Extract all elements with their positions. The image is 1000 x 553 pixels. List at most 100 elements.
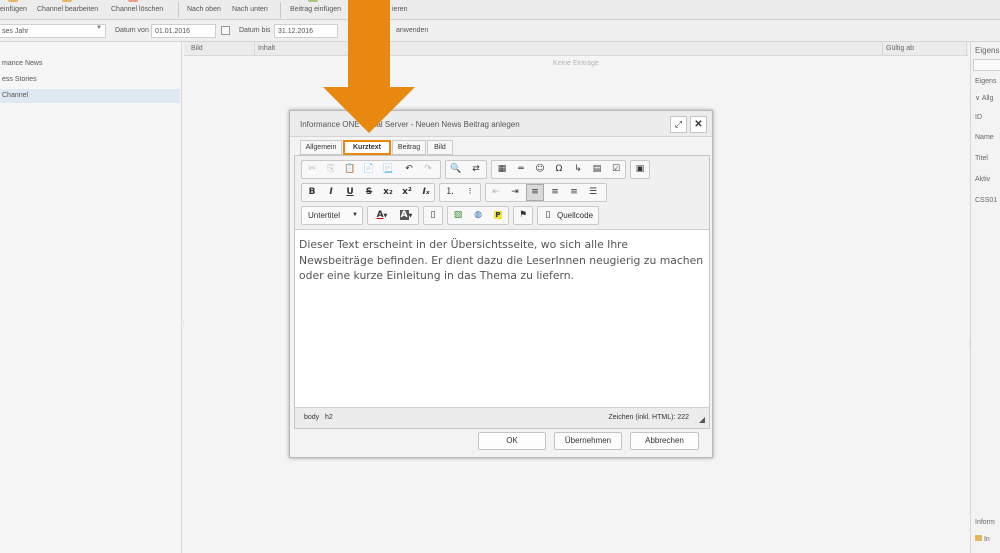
edit-channel-button[interactable]: Channel bearbeiten [37,6,98,13]
info-panel-item[interactable]: In [975,535,990,543]
template-icon[interactable]: ▯ [424,207,442,224]
toolbar-item-partial[interactable]: ieren [392,6,408,13]
properties-section[interactable]: ∨ Allg [975,94,993,102]
apply-filter-button[interactable]: anwenden [396,27,428,34]
delete-channel-button[interactable]: Channel löschen [111,6,163,13]
italic-icon[interactable]: I [322,184,340,201]
bold-icon[interactable]: B [303,184,321,201]
outdent-icon[interactable]: ⇤ [487,184,505,201]
channel-item[interactable]: ess Stories [0,73,180,87]
move-down-button[interactable]: Nach unten [232,6,268,13]
paste-icon[interactable]: 📋 [341,161,359,178]
undo-icon[interactable]: ↶ [400,161,418,178]
align-group: ⇤ ⇥ ≡ ≡ ≡ ☰ [485,183,607,202]
move-up-button[interactable]: Nach oben [187,6,221,13]
tab-short-text[interactable]: Kurztext [343,140,391,155]
checkbox-icon[interactable]: ☑ [607,161,625,178]
grid-header: Bild Inhalt Gültig ab [184,42,968,56]
insert-button[interactable]: einfügen [0,6,27,13]
editor-content-area[interactable]: Dieser Text erscheint in der Übersichtss… [295,231,709,407]
editor-status-bar: body h2 Zeichen (inkl. HTML): 222 [295,407,709,428]
maximize-button[interactable]: ⤢ [670,116,687,133]
preview-icon[interactable]: ▣ [631,161,649,178]
subscript-icon[interactable]: x₂ [379,184,397,201]
field-title-label: Titel [975,155,988,162]
strikethrough-icon[interactable]: S [360,184,378,201]
flag-icon[interactable]: ⚑ [514,207,532,224]
period-select[interactable]: ses Jahr [0,24,106,38]
info-item-label: In [983,536,990,543]
align-center-icon[interactable]: ≡ [546,184,564,201]
insert-post-button[interactable]: Beitrag einfügen [290,6,341,13]
path-h2[interactable]: h2 [325,414,333,421]
channel-item-selected[interactable]: Channel [0,89,180,103]
path-body[interactable]: body [304,414,319,421]
date-to-input[interactable]: 31.12.2016 [274,24,338,38]
column-header-image[interactable]: Bild [191,45,203,52]
source-icon[interactable]: ▯ [539,207,557,224]
column-header-content[interactable]: Inhalt [258,45,275,52]
numbered-list-icon[interactable]: ⒈ [441,184,459,201]
channel-edit-icon [62,0,72,2]
post-insert-icon [308,0,318,2]
replace-icon[interactable]: ⇄ [467,161,485,178]
bullet-list-icon[interactable]: ⁝ [461,184,479,201]
new-news-dialog: Informance ONE Portal Server - Neuen New… [289,110,713,458]
copy-icon[interactable]: ⎘ [322,161,340,178]
redo-icon[interactable]: ↷ [419,161,437,178]
ok-button[interactable]: OK [478,432,546,450]
insert-group: ▦ ═ ☺ Ω ↳ ▤ ☑ [491,160,626,179]
table-icon[interactable]: ▦ [493,161,511,178]
tab-general[interactable]: Allgemein [300,140,342,155]
special-char-icon[interactable]: Ω [550,161,568,178]
resize-grip-icon[interactable] [699,417,705,423]
format-select-value: Untertitel [308,211,341,220]
horizontal-line-icon[interactable]: ═ [512,161,530,178]
image-icon[interactable]: ▨ [449,207,467,224]
link-icon[interactable]: ◍ [469,207,487,224]
underline-icon[interactable]: U [341,184,359,201]
apply-button[interactable]: Übernehmen [554,432,622,450]
char-count: Zeichen (inkl. HTML): 222 [608,414,689,421]
cut-icon[interactable]: ✂ [303,161,321,178]
close-button[interactable]: ✕ [690,116,707,133]
field-active-label: Aktiv [975,176,991,183]
field-css-label: CSS01 [975,197,998,204]
page-break-icon[interactable]: ↳ [569,161,587,178]
cancel-button[interactable]: Abbrechen [630,432,699,450]
background-color-icon[interactable]: A▼ [394,207,418,224]
source-button[interactable]: Quellcode [557,207,593,224]
placeholder-icon[interactable]: P [489,207,507,224]
paste-text-icon[interactable]: 📄 [360,161,378,178]
superscript-icon[interactable]: x² [398,184,416,201]
rich-text-editor: ✂ ⎘ 📋 📄 📃 ↶ ↷ 🔍 ⇄ ▦ ═ ☺ Ω ↳ ▤ ☑ ▣ B I U … [294,155,710,429]
main-toolbar: einfügen Channel bearbeiten Channel lösc… [0,0,1000,20]
indent-icon[interactable]: ⇥ [506,184,524,201]
folder-icon [975,535,982,541]
align-justify-icon[interactable]: ☰ [584,184,602,201]
align-left-icon[interactable]: ≡ [526,184,544,201]
tab-post[interactable]: Beitrag [392,140,426,155]
paste-word-icon[interactable]: 📃 [379,161,397,178]
smiley-icon[interactable]: ☺ [531,161,549,178]
align-right-icon[interactable]: ≡ [565,184,583,201]
text-color-icon[interactable]: A▼ [370,207,394,224]
column-header-valid-from[interactable]: Gültig ab [886,45,914,52]
section-label: Allg [981,95,994,102]
form-icon[interactable]: ▤ [588,161,606,178]
expand-icon: ⤢ [674,119,683,129]
media-group: ▨ ◍ P [447,206,509,225]
tab-image[interactable]: Bild [427,140,453,155]
calendar-icon[interactable] [221,26,230,35]
format-select[interactable]: Untertitel ▼ [301,206,363,225]
date-from-input[interactable]: 01.01.2016 [151,24,216,38]
close-icon: ✕ [694,119,703,130]
properties-search[interactable] [973,59,1000,71]
search-icon[interactable]: 🔍 [447,161,465,178]
remove-format-icon[interactable]: Iₓ [417,184,435,201]
column-divider [254,42,255,56]
anchor-group: ⚑ [513,206,533,225]
channel-item[interactable]: mance News [0,57,180,71]
preview-group: ▣ [630,160,650,179]
dialog-title-bar[interactable]: Informance ONE Portal Server - Neuen New… [290,111,712,137]
